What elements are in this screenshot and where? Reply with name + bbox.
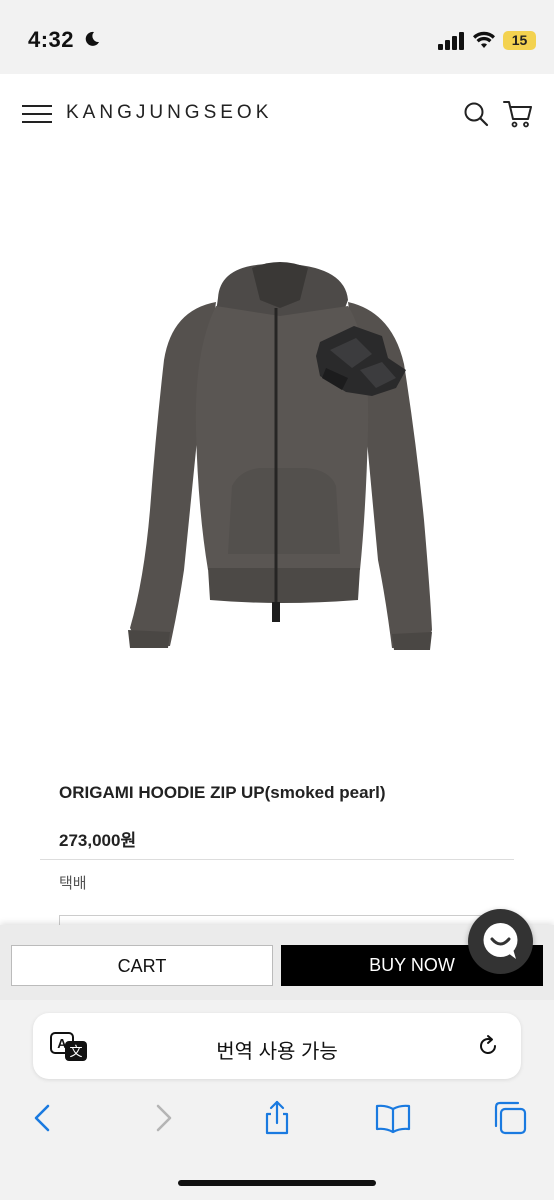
hoodie-image <box>128 262 432 650</box>
battery-icon: 15 <box>503 31 536 50</box>
status-time: 4:32 <box>28 27 75 52</box>
site-header: KANGJUNGSEOK <box>0 74 554 154</box>
status-bar: 4:32 15 <box>0 0 554 74</box>
search-icon[interactable] <box>462 100 490 128</box>
home-indicator <box>178 1180 376 1186</box>
translate-banner[interactable]: A 文 번역 사용 가능 <box>33 1013 521 1079</box>
brand-logo[interactable]: KANGJUNGSEOK <box>66 102 272 124</box>
safari-toolbar: A 文 번역 사용 가능 <box>0 1000 554 1200</box>
product-price: 273,000원 <box>59 831 137 850</box>
back-icon[interactable] <box>26 1100 62 1136</box>
cart-icon[interactable] <box>502 99 534 129</box>
shipping-method-label: 택배 <box>59 875 87 892</box>
signal-icon <box>438 32 464 50</box>
wifi-icon <box>473 31 495 48</box>
divider <box>40 859 514 860</box>
cart-button[interactable]: CART <box>11 945 273 986</box>
share-icon[interactable] <box>259 1100 295 1136</box>
chat-button[interactable] <box>468 909 533 974</box>
reload-icon[interactable] <box>476 1034 500 1058</box>
product-name: ORIGAMI HOODIE ZIP UP(smoked pearl) <box>59 783 386 802</box>
forward-icon[interactable] <box>144 1100 180 1136</box>
moon-icon <box>85 31 99 46</box>
bookmarks-icon[interactable] <box>375 1100 411 1136</box>
tabs-icon[interactable] <box>492 1100 528 1136</box>
menu-icon[interactable] <box>22 104 52 124</box>
translate-text: 번역 사용 가능 <box>216 1041 338 1063</box>
chat-icon <box>483 923 518 959</box>
